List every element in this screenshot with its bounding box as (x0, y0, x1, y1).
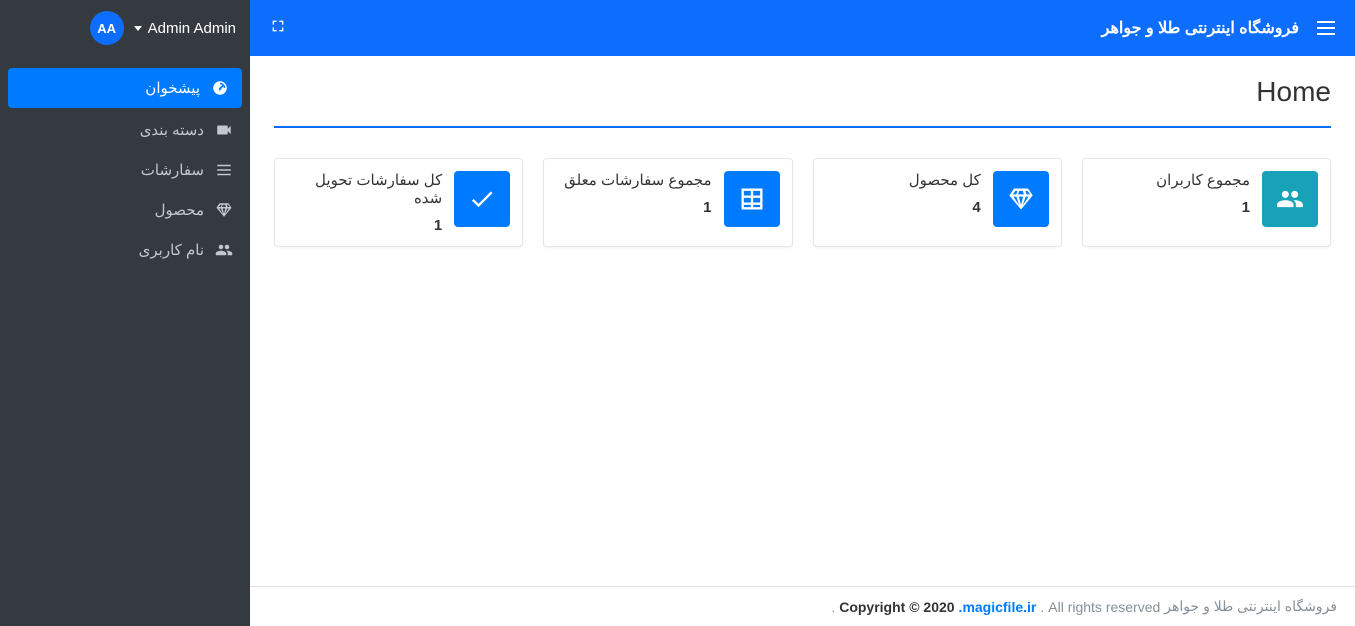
footer: فروشگاه اینترنتی طلا و جواهر All rights … (250, 586, 1355, 626)
user-name-label: Admin Admin (148, 20, 236, 37)
footer-dot: . (1040, 599, 1044, 615)
card-value: 1 (1095, 199, 1250, 216)
card-label: کل محصول (826, 171, 981, 189)
hamburger-icon[interactable] (1317, 21, 1335, 35)
topbar-left (270, 18, 286, 39)
fullscreen-icon[interactable] (270, 18, 286, 39)
sidebar-user[interactable]: AA Admin Admin (0, 0, 250, 56)
table-icon (724, 171, 780, 227)
users-icon (214, 240, 234, 260)
chevron-down-icon (134, 26, 142, 31)
main-content: Home مجموع کاربران 1 کل محصول 4 (250, 56, 1355, 586)
sidebar-item-label: پیشخوان (145, 79, 200, 97)
avatar: AA (90, 11, 124, 45)
users-icon (1262, 171, 1318, 227)
diamond-icon (993, 171, 1049, 227)
sidebar-item-label: سفارشات (141, 161, 204, 179)
sidebar-item-label: محصول (155, 201, 204, 219)
footer-dot: . (831, 599, 835, 615)
card-value: 4 (826, 199, 981, 216)
card-total-users[interactable]: مجموع کاربران 1 (1082, 158, 1331, 247)
card-total-products[interactable]: کل محصول 4 (813, 158, 1062, 247)
sidebar-item-label: نام کاربری (139, 241, 204, 259)
sidebar: AA Admin Admin پیشخوان دسته بندی سفارشات (0, 0, 250, 626)
diamond-icon (214, 200, 234, 220)
sidebar-item-dashboard[interactable]: پیشخوان (8, 68, 242, 108)
footer-brand: فروشگاه اینترنتی طلا و جواهر (1164, 598, 1337, 615)
card-body: مجموع سفارشات معلق 1 (556, 171, 711, 216)
sidebar-item-label: دسته بندی (140, 121, 204, 139)
page-title: Home (274, 76, 1331, 108)
card-value: 1 (556, 199, 711, 216)
sidebar-item-category[interactable]: دسته بندی (0, 110, 250, 150)
brand-title: فروشگاه اینترنتی طلا و جواهر (1102, 18, 1299, 38)
card-label: کل سفارشات تحویل شده (287, 171, 442, 207)
card-body: کل محصول 4 (826, 171, 981, 216)
sidebar-nav: پیشخوان دسته بندی سفارشات محصول نام کارب… (0, 56, 250, 270)
card-label: مجموع کاربران (1095, 171, 1250, 189)
divider (274, 126, 1331, 128)
card-delivered-orders[interactable]: کل سفارشات تحویل شده 1 (274, 158, 523, 247)
stat-cards: مجموع کاربران 1 کل محصول 4 مجموع سفارشات… (274, 158, 1331, 247)
user-name-dropdown[interactable]: Admin Admin (134, 20, 236, 37)
card-body: مجموع کاربران 1 (1095, 171, 1250, 216)
footer-link[interactable]: magicfile.ir. (959, 599, 1037, 615)
footer-copyright: Copyright © 2020 (839, 599, 954, 615)
list-icon (214, 160, 234, 180)
dashboard-icon (210, 78, 230, 98)
topbar: فروشگاه اینترنتی طلا و جواهر (250, 0, 1355, 56)
sidebar-item-product[interactable]: محصول (0, 190, 250, 230)
check-icon (454, 171, 510, 227)
category-icon (214, 120, 234, 140)
sidebar-item-orders[interactable]: سفارشات (0, 150, 250, 190)
card-body: کل سفارشات تحویل شده 1 (287, 171, 442, 234)
card-value: 1 (287, 217, 442, 234)
card-pending-orders[interactable]: مجموع سفارشات معلق 1 (543, 158, 792, 247)
topbar-right: فروشگاه اینترنتی طلا و جواهر (1102, 18, 1335, 38)
sidebar-item-users[interactable]: نام کاربری (0, 230, 250, 270)
card-label: مجموع سفارشات معلق (556, 171, 711, 189)
footer-rights: All rights reserved (1048, 599, 1160, 615)
